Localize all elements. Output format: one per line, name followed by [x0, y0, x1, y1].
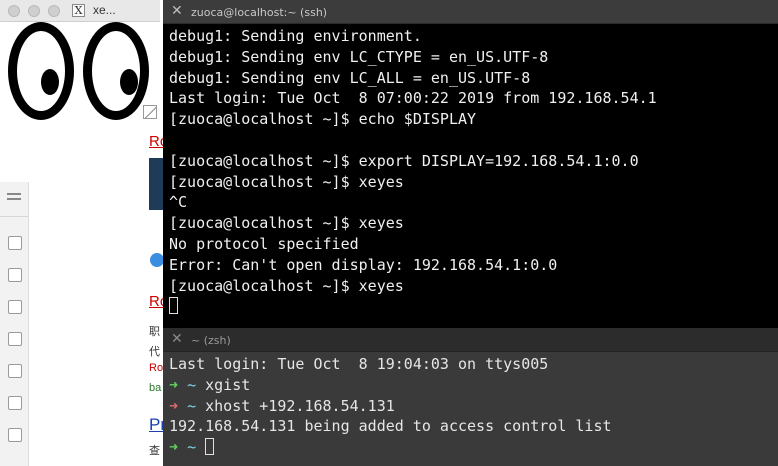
reader-icon[interactable] — [0, 182, 28, 217]
prompt-arrow-icon: ➜ — [169, 375, 179, 394]
checkbox-icon[interactable] — [8, 236, 22, 250]
checkbox-icon[interactable] — [8, 396, 22, 410]
terminal-line: debug1: Sending env LC_ALL = en_US.UTF-8 — [169, 68, 531, 87]
window-title: xe... — [93, 3, 116, 17]
command-text: xgist — [205, 375, 251, 394]
terminal-tab-zsh[interactable]: ✕ ~ (zsh) — [163, 328, 778, 352]
result-url: ba — [149, 382, 162, 394]
prompt-arrow-icon: ➜ — [169, 396, 179, 415]
checkbox-icon[interactable] — [8, 364, 22, 378]
terminal-line: debug1: Sending env LC_CTYPE = en_US.UTF… — [169, 47, 549, 66]
right-eye — [83, 22, 149, 120]
terminal-line: Last login: Tue Oct 8 19:04:03 on ttys00… — [169, 355, 549, 373]
browser-side-panel — [0, 182, 29, 466]
terminal-line: No protocol specified — [169, 234, 359, 253]
terminal-line: Error: Can't open display: 192.168.54.1:… — [169, 255, 558, 274]
prompt-cwd: ~ — [187, 396, 197, 415]
command-text: xhost +192.168.54.131 — [205, 396, 395, 415]
terminal-input-line[interactable] — [169, 296, 778, 317]
right-pupil — [120, 69, 138, 95]
tab-title: ~ (zsh) — [191, 334, 231, 347]
terminal-input-line[interactable]: ➜ ~ — [169, 437, 778, 458]
terminal-line: debug1: Sending environment. — [169, 27, 422, 45]
prompt-cwd: ~ — [187, 375, 197, 394]
prompt-cwd: ~ — [187, 438, 197, 457]
result-snippet: 职 — [149, 326, 160, 338]
close-tab-icon[interactable]: ✕ — [171, 3, 183, 19]
paw-icon — [150, 253, 164, 267]
terminal-line: ➜ ~ xgist — [169, 375, 778, 396]
checkbox-icon[interactable] — [8, 332, 22, 346]
xeyes-window[interactable]: X xe... — [0, 0, 160, 124]
prompt-arrow-icon: ➜ — [169, 438, 179, 457]
left-eye — [8, 22, 74, 120]
result-snippet: Ro — [149, 362, 164, 374]
terminal-line: Last login: Tue Oct 8 07:00:22 2019 from… — [169, 89, 657, 108]
left-pupil — [41, 69, 59, 95]
terminal-line: [zuoca@localhost ~]$ xeyes — [169, 172, 404, 191]
terminal-line: [zuoca@localhost ~]$ xeyes — [169, 276, 404, 295]
terminal-line: 192.168.54.131 being added to access con… — [169, 417, 612, 436]
tab-title: zuoca@localhost:~ (ssh) — [191, 6, 328, 19]
terminal-output[interactable]: debug1: Sending environment. debug1: Sen… — [169, 26, 778, 317]
terminal-line: [zuoca@localhost ~]$ xeyes — [169, 214, 404, 233]
terminal-output[interactable]: Last login: Tue Oct 8 19:04:03 on ttys00… — [169, 354, 778, 458]
minimize-window-button[interactable] — [28, 5, 40, 17]
xeyes-titlebar[interactable]: X xe... — [0, 0, 160, 22]
x11-icon: X — [72, 4, 85, 17]
zsh-terminal-window[interactable]: ✕ ~ (zsh) Last login: Tue Oct 8 19:04:03… — [163, 328, 778, 466]
result-snippet: 查 — [149, 445, 160, 457]
checkbox-icon[interactable] — [8, 268, 22, 282]
terminal-line: [zuoca@localhost ~]$ echo $DISPLAY — [169, 110, 477, 129]
ssh-terminal-window[interactable]: ✕ zuoca@localhost:~ (ssh) debug1: Sendin… — [163, 0, 778, 328]
zoom-window-button[interactable] — [48, 5, 60, 17]
resize-grip[interactable] — [143, 105, 157, 119]
terminal-line: ^C — [169, 193, 188, 212]
checkbox-icon[interactable] — [8, 428, 22, 442]
close-window-button[interactable] — [8, 5, 20, 17]
close-tab-icon[interactable]: ✕ — [171, 331, 183, 347]
terminal-cursor — [169, 297, 178, 315]
terminal-line: ➜ ~ xhost +192.168.54.131 — [169, 396, 778, 417]
checkbox-icon[interactable] — [8, 300, 22, 314]
terminal-tab-ssh[interactable]: ✕ zuoca@localhost:~ (ssh) — [163, 0, 778, 24]
result-snippet: 代 — [149, 346, 160, 358]
terminal-cursor — [205, 438, 215, 456]
terminal-line: [zuoca@localhost ~]$ export DISPLAY=192.… — [169, 151, 639, 170]
